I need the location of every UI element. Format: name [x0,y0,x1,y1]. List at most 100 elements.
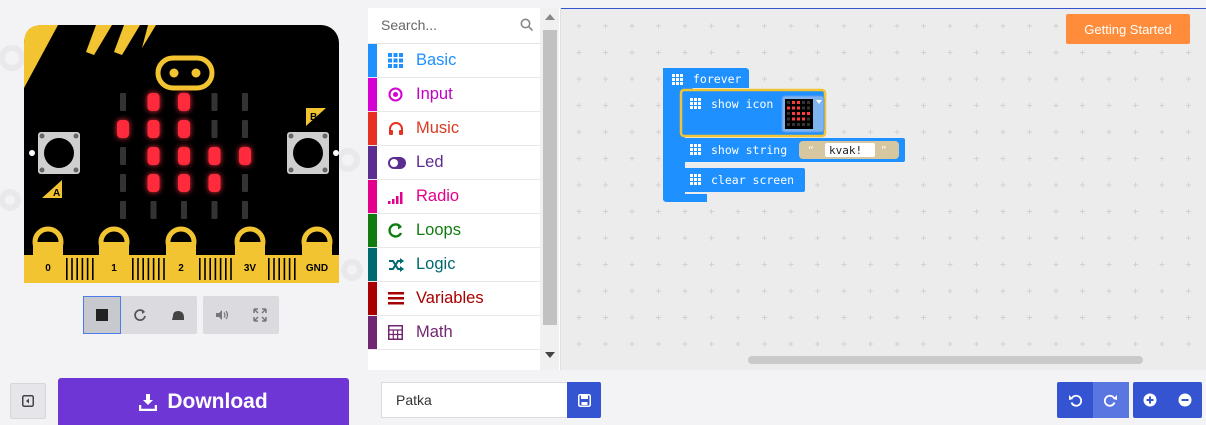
search-input[interactable] [368,8,513,42]
category-color-bar [368,78,377,111]
restart-button[interactable] [121,296,159,334]
zoom-group [1133,382,1202,418]
search-icon[interactable] [520,18,534,32]
mute-button[interactable] [203,296,241,334]
scroll-down-arrow[interactable] [545,352,555,358]
download-button[interactable]: Download [58,378,349,425]
led-on [239,147,251,165]
simulator-panel: A B 0 1 2 3V GND [0,0,368,370]
icon-picker-dropdown[interactable] [781,95,825,133]
category-radio[interactable]: Radio [368,180,540,214]
mini-led-off [787,123,790,126]
led-on [147,147,160,165]
category-label: Radio [416,187,460,205]
category-variables[interactable]: Variables [368,282,540,316]
clear-screen-label: clear screen [711,173,794,187]
category-color-bar [368,180,377,213]
category-label: Basic [416,51,457,69]
category-color-bar [368,248,377,281]
led-on [147,120,160,138]
workspace-horizontal-scrollbar[interactable] [748,356,1143,364]
led-on [178,174,190,192]
led-on [117,120,129,138]
getting-started-button[interactable]: Getting Started [1066,14,1190,44]
mini-led-off [807,123,810,126]
category-label: Loops [416,221,461,239]
mini-led-on [792,101,795,104]
led-off [150,201,157,219]
toggle-icon [388,156,410,169]
mini-led-off [802,106,805,110]
zoom-out-button[interactable] [1168,382,1203,418]
category-label: Variables [416,289,484,307]
fullscreen-button[interactable] [241,296,279,334]
plus-circle-icon [1143,393,1157,407]
mini-led-off [807,106,810,110]
category-basic[interactable]: Basic [368,44,540,78]
led-off [242,93,248,111]
stop-button[interactable] [83,296,121,334]
microbit-board[interactable]: A B 0 1 2 3V GND [0,0,368,296]
redo-button[interactable] [1093,382,1129,418]
mini-led-on [797,117,800,121]
snail-icon [172,311,184,320]
mini-led-on [802,112,805,115]
floppy-icon [577,393,591,407]
button-a-label: A [53,188,60,199]
mini-led-on [797,112,800,115]
category-loops[interactable]: Loops [368,214,540,248]
category-label: Input [416,85,453,103]
scrollbar-thumb[interactable] [543,30,557,325]
mini-led-off [797,123,800,126]
led-off [120,93,126,111]
collapse-simulator-button[interactable] [10,383,46,419]
mini-led-on [797,106,800,110]
pin-2-label: 2 [178,263,184,274]
led-off [120,174,126,192]
pin-3v-label: 3V [244,263,257,274]
category-math[interactable]: Math [368,316,540,350]
mini-led-off [802,101,805,104]
mini-led-off [787,101,790,104]
category-color-bar [368,44,377,77]
category-list: Basic Input Music Led Radio Loops Logic Variabl… [368,44,540,350]
category-color-bar [368,214,377,247]
string-input[interactable]: “ ” kvak! [799,141,899,159]
clear-screen-block[interactable]: clear screen [681,168,805,192]
redo-icon [1104,394,1117,407]
category-logic[interactable]: Logic [368,248,540,282]
grid-icon [672,74,683,85]
mini-led-off [807,117,810,121]
led-off [211,120,218,138]
led-on [208,174,221,192]
led-off [242,174,248,192]
led-on [208,147,221,165]
category-label: Led [416,153,444,171]
mini-led-off [787,112,790,115]
zoom-in-button[interactable] [1133,382,1168,418]
show-string-block[interactable]: show string “ ” kvak! [681,138,905,162]
toolbox-search [368,8,540,44]
led-on [147,174,160,192]
loop-icon [388,223,410,238]
mini-led-on [797,101,800,104]
category-led[interactable]: Led [368,146,540,180]
headphones-icon [388,121,410,136]
category-input[interactable]: Input [368,78,540,112]
show-icon-block[interactable]: show icon [679,88,827,138]
save-button[interactable] [567,382,601,418]
category-color-bar [368,112,377,145]
blocks-workspace[interactable]: forever show icon show string “ ” kvak! … [561,8,1206,370]
forever-label: forever [693,72,742,86]
refresh-icon [134,309,146,321]
led-on [178,147,190,165]
slow-motion-button[interactable] [159,296,197,334]
expand-icon [253,308,267,322]
project-name-input[interactable] [381,382,567,418]
undo-button[interactable] [1057,382,1093,418]
scroll-up-arrow[interactable] [545,14,555,20]
category-music[interactable]: Music [368,112,540,146]
toolbox: Basic Input Music Led Radio Loops Logic Variabl… [368,8,561,370]
toolbox-scrollbar[interactable] [540,8,559,370]
calculator-icon [388,325,410,340]
